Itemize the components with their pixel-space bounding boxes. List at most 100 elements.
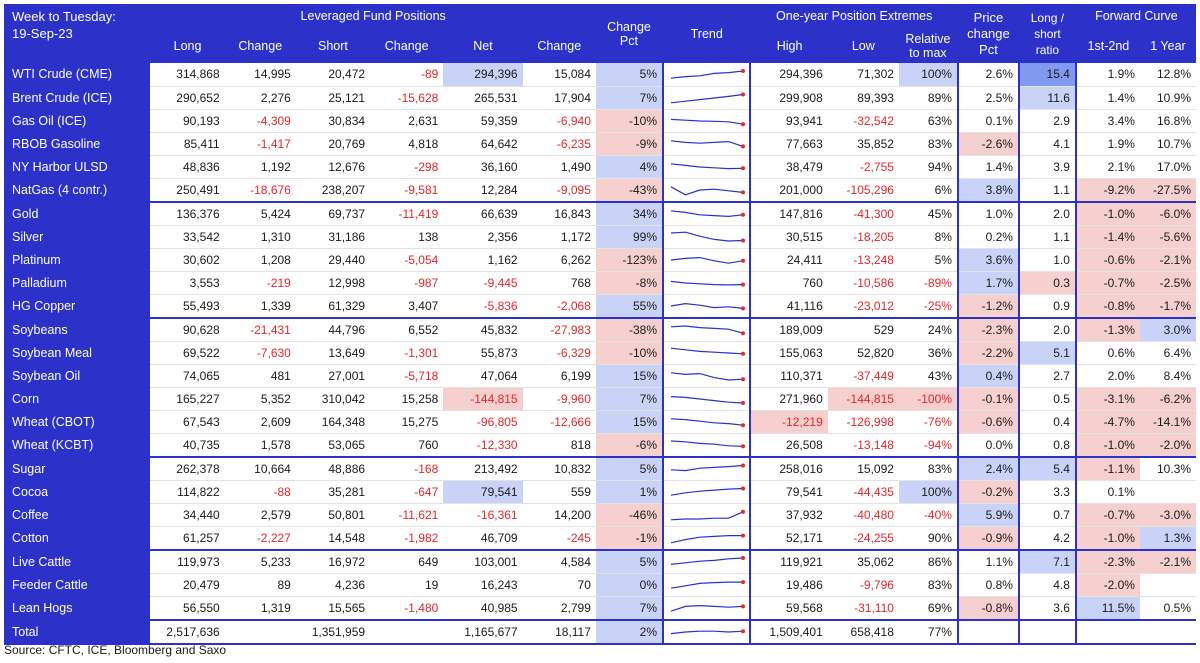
col-price-change-pct: Price change Pct [957, 4, 1020, 63]
price-change-cell: 0.8% [957, 573, 1020, 597]
short-cell: 164,348 [295, 410, 371, 434]
trend-cell [663, 155, 752, 179]
long-change-cell: -4,309 [224, 109, 296, 133]
change-pct-cell: 55% [595, 294, 665, 318]
curve-1-year-cell: 10.9% [1139, 86, 1196, 110]
curve-1-year-cell: 0.5% [1139, 596, 1196, 620]
trend-cell [663, 455, 752, 481]
sparkline-last-point [741, 122, 746, 127]
long-cell: 40,735 [150, 433, 225, 457]
table-row: Wheat (CBOT) 67,543 2,609 164,348 15,275 -96,… [4, 410, 1196, 434]
table-row: HG Copper 55,493 1,339 61,329 3,407 -5,836 -2,… [4, 294, 1196, 318]
curve-1st-2nd-cell: 1.4% [1075, 86, 1140, 110]
change-pct-cell: -6% [595, 433, 665, 457]
price-change-cell: 2.6% [957, 63, 1020, 87]
net-change-cell: 18,117 [522, 618, 596, 645]
curve-1-year-cell: -1.7% [1139, 294, 1196, 318]
change-pct-cell: 7% [595, 387, 665, 411]
trend-cell [663, 132, 752, 156]
short-cell: 1,351,959 [295, 618, 371, 645]
low-cell: -2,755 [827, 155, 899, 179]
sparkline-path [670, 231, 744, 242]
high-cell: 119,921 [750, 548, 828, 574]
trend-cell [663, 271, 752, 295]
curve-1st-2nd-cell: -1.0% [1075, 526, 1140, 550]
sparkline-last-point [741, 144, 746, 149]
low-cell: 15,092 [827, 455, 899, 481]
sparkline-path [670, 140, 744, 147]
trend-sparkline [670, 163, 746, 171]
long-cell: 136,376 [150, 200, 225, 226]
commodity-name: Wheat (CBOT) [4, 410, 151, 434]
curve-1st-2nd-cell: 11.5% [1075, 596, 1140, 620]
trend-cell [663, 86, 752, 110]
high-cell: 299,908 [750, 86, 828, 110]
long-short-ratio-cell: 1.1 [1018, 178, 1077, 202]
long-short-ratio-cell: 3.6 [1018, 596, 1077, 620]
long-short-ratio-cell: 4.2 [1018, 526, 1077, 550]
table-row: Soybean Oil 74,065 481 27,001 -5,718 47,064 6,… [4, 364, 1196, 388]
change-pct-cell: -10% [595, 109, 665, 133]
trend-sparkline [670, 280, 746, 287]
short-change-cell: -89 [370, 63, 444, 87]
net-change-cell: 16,843 [522, 200, 596, 226]
long-cell: 2,517,636 [150, 618, 225, 645]
change-pct-cell: 7% [595, 596, 665, 620]
col-long-short-ratio: Long / short ratio [1018, 4, 1077, 63]
low-cell: -44,435 [827, 480, 899, 504]
net-cell: 213,492 [443, 455, 523, 481]
long-change-cell: 1,192 [224, 155, 296, 179]
short-change-cell: -1,982 [370, 526, 444, 550]
short-change-cell: 649 [370, 548, 444, 574]
trend-sparkline [670, 556, 746, 565]
net-cell: 12,284 [443, 178, 523, 202]
col-short-change: Change [370, 28, 444, 63]
sparkline-last-point [741, 238, 746, 243]
net-change-cell: 10,832 [522, 455, 596, 481]
commodity-name: Soybeans [4, 316, 151, 342]
low-cell: 71,302 [827, 63, 899, 87]
price-change-cell: 1.0% [957, 200, 1020, 226]
trend-sparkline [670, 347, 746, 356]
sparkline-path [670, 418, 744, 426]
low-cell: -9,796 [827, 573, 899, 597]
short-change-cell: 19 [370, 573, 444, 597]
curve-1st-2nd-cell: -1.0% [1075, 200, 1140, 226]
long-cell: 30,602 [150, 248, 225, 272]
curve-1-year-cell: 1.3% [1139, 526, 1196, 550]
net-change-cell: 559 [522, 480, 596, 504]
long-short-ratio-cell: 2.0 [1018, 316, 1077, 342]
commodity-name: Silver [4, 225, 151, 249]
long-cell: 114,822 [150, 480, 225, 504]
price-change-cell: 1.4% [957, 155, 1020, 179]
curve-1-year-cell: -14.1% [1139, 410, 1196, 434]
table-row: Brent Crude (ICE) 290,652 2,276 25,121 -15,6… [4, 86, 1196, 110]
commodity-name: Coffee [4, 503, 151, 527]
short-change-cell: -11,419 [370, 200, 444, 226]
long-short-ratio-cell: 0.8 [1018, 433, 1077, 457]
low-cell: -18,205 [827, 225, 899, 249]
curve-1st-2nd-cell: -1.0% [1075, 433, 1140, 457]
commodity-name: Wheat (KCBT) [4, 433, 151, 457]
low-cell: 658,418 [827, 618, 899, 645]
table-row: Platinum 30,602 1,208 29,440 -5,054 1,162 6,26… [4, 248, 1196, 272]
curve-1st-2nd-cell: -0.6% [1075, 248, 1140, 272]
curve-1-year-cell [1139, 573, 1196, 597]
high-cell: 38,479 [750, 155, 828, 179]
long-change-cell [224, 618, 296, 645]
net-cell: -5,836 [443, 294, 523, 318]
table-row: Cocoa 114,822 -88 35,281 -647 79,541 559 1% 79,5… [4, 480, 1196, 504]
long-short-ratio-cell: 1.0 [1018, 248, 1077, 272]
trend-cell [663, 503, 752, 527]
long-change-cell: 2,579 [224, 503, 296, 527]
col-long-change: Change [224, 28, 296, 63]
net-cell: -9,445 [443, 271, 523, 295]
price-change-cell: 2.5% [957, 86, 1020, 110]
curve-1-year-cell: -5.6% [1139, 225, 1196, 249]
long-short-ratio-cell: 3.9 [1018, 155, 1077, 179]
long-change-cell: 89 [224, 573, 296, 597]
long-change-cell: 14,995 [224, 63, 296, 87]
trend-cell [663, 548, 752, 574]
long-change-cell: 1,310 [224, 225, 296, 249]
sparkline-path [670, 256, 744, 264]
